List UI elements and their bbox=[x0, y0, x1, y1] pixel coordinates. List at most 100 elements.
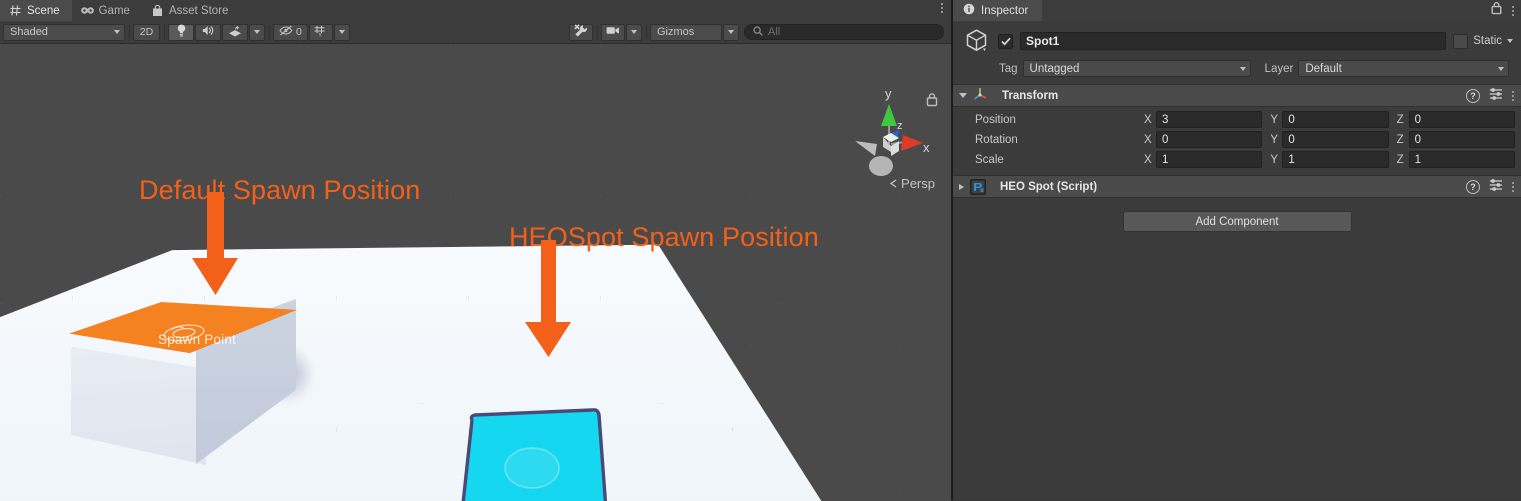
arrow-to-default-spawn bbox=[188, 192, 242, 305]
tab-scene[interactable]: Scene bbox=[0, 0, 72, 21]
axis-label-z: Z bbox=[1396, 113, 1404, 126]
position-x-input[interactable]: 3 bbox=[1156, 111, 1263, 128]
fx-dropdown-button[interactable] bbox=[249, 23, 265, 41]
preset-sliders-icon[interactable] bbox=[1489, 178, 1503, 196]
scene-camera-button[interactable] bbox=[601, 23, 625, 41]
chevron-down-icon bbox=[631, 30, 637, 34]
position-y-field[interactable]: Y 0 bbox=[1270, 111, 1389, 128]
position-vector3: X 3 Y 0 Z 0 bbox=[1144, 111, 1515, 128]
svg-text:y: y bbox=[885, 86, 892, 101]
tag-dropdown[interactable]: Untagged bbox=[1022, 60, 1251, 77]
tab-game-label: Game bbox=[98, 4, 130, 17]
toggle-fx-button[interactable] bbox=[222, 23, 248, 41]
scale-y-field[interactable]: Y 1 bbox=[1270, 151, 1389, 168]
scale-y-input[interactable]: 1 bbox=[1282, 151, 1389, 168]
scale-z-field[interactable]: Z 1 bbox=[1397, 151, 1515, 168]
scene-tools-button[interactable] bbox=[569, 23, 593, 41]
position-y-input[interactable]: 0 bbox=[1282, 111, 1389, 128]
gizmos-label: Gizmos bbox=[657, 26, 695, 38]
hidden-objects-button[interactable]: 0 bbox=[273, 23, 308, 41]
gameobject-enabled-checkbox[interactable] bbox=[998, 33, 1013, 49]
toggle-lighting-button[interactable] bbox=[168, 23, 194, 41]
scale-z-input[interactable]: 1 bbox=[1408, 151, 1515, 168]
gamepad-icon bbox=[80, 4, 94, 17]
toggle-audio-button[interactable] bbox=[195, 23, 221, 41]
chevron-down-icon[interactable] bbox=[1507, 39, 1513, 43]
tab-asset-store[interactable]: Asset Store bbox=[142, 0, 240, 21]
toolbar-divider bbox=[164, 25, 165, 39]
scene-axis-gizmo[interactable]: y x z bbox=[845, 82, 933, 187]
scale-label: Scale bbox=[975, 153, 1004, 166]
cube-gameobject-icon bbox=[963, 27, 991, 55]
rotation-z-field[interactable]: Z 0 bbox=[1397, 131, 1515, 148]
arrow-to-heospot-spawn bbox=[521, 240, 575, 367]
kebab-menu-icon[interactable] bbox=[941, 3, 943, 13]
projection-mode-label[interactable]: Persp bbox=[889, 176, 935, 191]
rotation-y-field[interactable]: Y 0 bbox=[1270, 131, 1389, 148]
rotation-x-field[interactable]: X 0 bbox=[1144, 131, 1263, 148]
lock-icon[interactable] bbox=[1490, 1, 1503, 20]
scene-viewport[interactable]: Spawn Point Default Spawn Position HEOSp… bbox=[0, 44, 951, 501]
gameobject-header: Spot1 Static Tag Untagged Layer Default bbox=[953, 21, 1521, 84]
scale-x-field[interactable]: X 1 bbox=[1144, 151, 1263, 168]
tab-inspector[interactable]: Inspector bbox=[953, 0, 1043, 21]
camera-dropdown-button[interactable] bbox=[626, 23, 642, 41]
toggle-2d-label: 2D bbox=[139, 26, 154, 38]
layer-dropdown[interactable]: Default bbox=[1298, 60, 1510, 77]
grid-dropdown-button[interactable] bbox=[333, 23, 350, 41]
toggle-2d-button[interactable]: 2D bbox=[133, 23, 160, 41]
tag-value: Untagged bbox=[1029, 62, 1080, 75]
add-component-label: Add Component bbox=[1195, 215, 1279, 228]
toolbar-divider bbox=[129, 25, 130, 39]
axis-label-y: Y bbox=[1270, 153, 1278, 166]
gizmos-dropdown-caret[interactable] bbox=[723, 23, 739, 41]
axis-label-y: Y bbox=[1270, 133, 1278, 146]
scene-tabstrip: Scene Game Asset Store bbox=[0, 0, 951, 21]
chevron-right-icon[interactable] bbox=[959, 183, 964, 190]
hidden-objects-count: 0 bbox=[296, 26, 302, 38]
scene-search-placeholder: All bbox=[768, 26, 781, 38]
rotation-label: Rotation bbox=[975, 133, 1018, 146]
grid-visibility-button[interactable]: Y bbox=[308, 23, 333, 41]
tab-game[interactable]: Game bbox=[72, 0, 142, 21]
static-toggle-group[interactable]: Static bbox=[1453, 33, 1513, 49]
position-z-input[interactable]: 0 bbox=[1408, 111, 1515, 128]
grid-icon bbox=[9, 4, 22, 17]
effects-icon bbox=[228, 24, 242, 40]
static-label: Static bbox=[1473, 35, 1502, 47]
camera-icon bbox=[606, 26, 620, 38]
heospot-quad[interactable] bbox=[458, 406, 610, 501]
help-icon[interactable]: ? bbox=[1466, 88, 1480, 103]
gameobject-name-input[interactable]: Spot1 bbox=[1020, 32, 1447, 50]
transform-row-position: Position X 3 Y 0 Z 0 bbox=[959, 110, 1515, 129]
component-header-transform[interactable]: Transform ? bbox=[953, 84, 1521, 107]
add-component-button[interactable]: Add Component bbox=[1122, 211, 1352, 232]
rotation-z-input[interactable]: 0 bbox=[1408, 131, 1515, 148]
component-header-heo-spot-script[interactable]: HEO Spot (Script) ? bbox=[953, 175, 1521, 198]
rotation-x-input[interactable]: 0 bbox=[1156, 131, 1263, 148]
scene-search-input[interactable]: All bbox=[744, 24, 944, 40]
static-checkbox[interactable] bbox=[1453, 33, 1469, 49]
help-icon[interactable]: ? bbox=[1466, 179, 1480, 194]
axis-label-z: Z bbox=[1396, 153, 1404, 166]
toolbar-divider bbox=[269, 25, 270, 39]
position-z-field[interactable]: Z 0 bbox=[1397, 111, 1515, 128]
kebab-menu-icon[interactable] bbox=[1512, 90, 1514, 101]
draw-mode-dropdown[interactable]: Shaded bbox=[3, 23, 125, 41]
add-component-area: Add Component bbox=[953, 198, 1521, 232]
chevron-down-icon bbox=[1498, 66, 1505, 71]
preset-sliders-icon[interactable] bbox=[1489, 87, 1503, 105]
kebab-menu-icon[interactable] bbox=[1512, 181, 1514, 192]
scene-toolbar: Shaded 2D 0 Y Gizmos All bbox=[0, 21, 951, 44]
rotation-y-input[interactable]: 0 bbox=[1282, 131, 1389, 148]
tab-asset-store-label: Asset Store bbox=[168, 4, 229, 17]
scene-view-lock-icon[interactable] bbox=[925, 92, 939, 112]
kebab-menu-icon[interactable] bbox=[1512, 5, 1514, 16]
lightbulb-icon bbox=[176, 24, 187, 40]
scale-x-input[interactable]: 1 bbox=[1156, 151, 1263, 168]
chevron-down-icon[interactable] bbox=[959, 93, 967, 98]
gizmos-dropdown[interactable]: Gizmos bbox=[650, 23, 722, 41]
position-x-field[interactable]: X 3 bbox=[1144, 111, 1263, 128]
transform-row-rotation: Rotation X 0 Y 0 Z 0 bbox=[959, 130, 1515, 149]
chevron-down-icon bbox=[254, 30, 260, 34]
